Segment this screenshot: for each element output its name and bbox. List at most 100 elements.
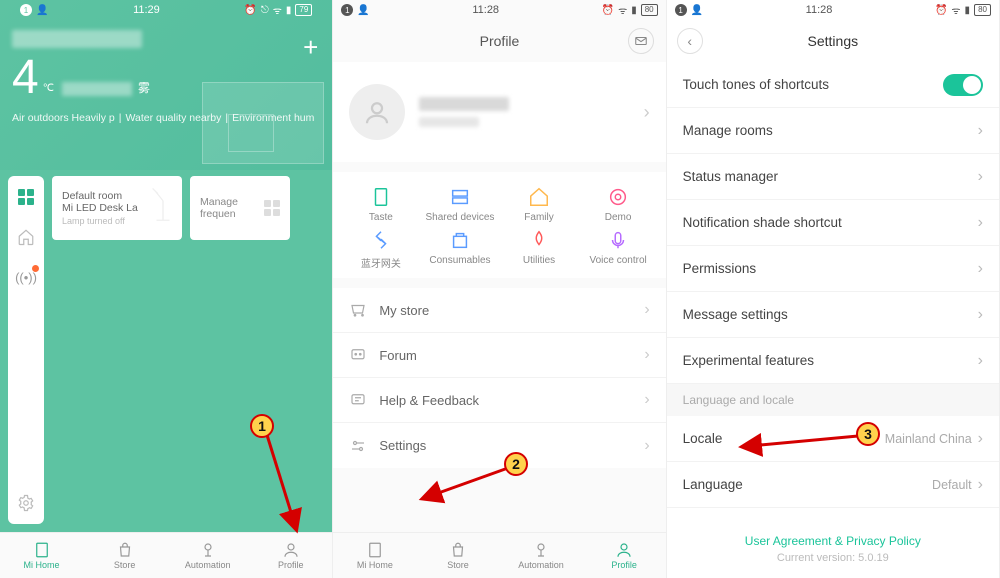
env-info[interactable]: Environment hum bbox=[232, 112, 314, 124]
grid-item-consumables[interactable]: Consumables bbox=[420, 229, 499, 270]
device-card-default-room[interactable]: Default room Mi LED Desk La Lamp turned … bbox=[52, 176, 182, 240]
user-agreement-link[interactable]: User Agreement & Privacy Policy bbox=[667, 534, 999, 548]
settings-row-locale[interactable]: Locale Mainland China› bbox=[667, 416, 999, 462]
signal-icon: ▮ bbox=[965, 5, 971, 16]
row-label: Touch tones of shortcuts bbox=[683, 77, 829, 92]
version-label: Current version: 5.0.19 bbox=[667, 552, 999, 564]
tab-profile[interactable]: Profile bbox=[583, 533, 666, 578]
chevron-right-icon: › bbox=[644, 391, 649, 409]
grid-icon bbox=[449, 229, 471, 251]
alarm-icon: ⏰ bbox=[602, 5, 614, 16]
env-info-row: Air outdoors Heavily p| Water quality ne… bbox=[12, 112, 320, 124]
settings-footer: User Agreement & Privacy Policy Current … bbox=[667, 524, 999, 578]
person-icon: 👤 bbox=[357, 5, 369, 16]
wifi-icon: ᯤ bbox=[618, 3, 627, 17]
menu-label: Help & Feedback bbox=[379, 393, 479, 408]
settings-row-language[interactable]: Language Default› bbox=[667, 462, 999, 508]
rail-settings-button[interactable] bbox=[17, 494, 35, 512]
grid-item-family[interactable]: Family bbox=[499, 186, 578, 223]
alarm-icon: ⏰ bbox=[935, 5, 947, 16]
status-bar: 1 👤 11:29 ⏰ ⎋ ᯤ ▮ 79 bbox=[12, 0, 320, 20]
rail-grid-button[interactable] bbox=[17, 188, 35, 206]
chevron-right-icon: › bbox=[978, 214, 983, 232]
menu-row-settings[interactable]: Settings› bbox=[333, 423, 665, 468]
grid-item-utilities[interactable]: Utilities bbox=[499, 229, 578, 270]
tab-mihome[interactable]: Mi Home bbox=[0, 533, 83, 578]
menu-row-forum[interactable]: Forum› bbox=[333, 333, 665, 378]
tab-label: Profile bbox=[278, 560, 304, 570]
help-icon bbox=[349, 391, 367, 409]
grid-item-蓝牙网关[interactable]: 蓝牙网关 bbox=[341, 229, 420, 270]
chevron-right-icon: › bbox=[644, 346, 649, 364]
mail-button[interactable] bbox=[628, 28, 654, 54]
temperature-unit: ℃ bbox=[43, 83, 54, 94]
status-time: 11:28 bbox=[472, 4, 499, 16]
settings-row-experimental-features[interactable]: Experimental features› bbox=[667, 338, 999, 384]
grid-icon bbox=[264, 200, 280, 216]
settings-row-touch-tones-of-shortcuts[interactable]: Touch tones of shortcuts bbox=[667, 62, 999, 108]
page-title: Settings bbox=[808, 33, 859, 49]
row-value: Default bbox=[932, 478, 972, 492]
status-bar: 1 👤 11:28 ⏰ ᯤ ▮ 80 bbox=[333, 0, 665, 20]
grid-item-voice-control[interactable]: Voice control bbox=[579, 229, 658, 270]
tab-profile[interactable]: Profile bbox=[249, 533, 332, 578]
home-body: ((•)) Default room Mi LED Desk La Lamp t… bbox=[0, 170, 332, 532]
screen-settings: 1 👤 11:28 ⏰ ᯤ ▮ 80 ‹ Settings Touch tone… bbox=[667, 0, 1000, 578]
chevron-right-icon: › bbox=[978, 168, 983, 186]
weather-blur bbox=[62, 82, 132, 96]
battery-level: 80 bbox=[641, 4, 658, 16]
automation-icon bbox=[532, 541, 550, 559]
screen-profile: 1 👤 11:28 ⏰ ᯤ ▮ 80 Profile › TasteShared… bbox=[333, 0, 666, 578]
grid-icon bbox=[449, 186, 471, 208]
settings-row-permissions[interactable]: Permissions› bbox=[667, 246, 999, 292]
manage-rooms-card[interactable]: Manage frequen bbox=[190, 176, 290, 240]
row-label: Manage rooms bbox=[683, 123, 773, 138]
row-label: Message settings bbox=[683, 307, 788, 322]
settings-row-manage-rooms[interactable]: Manage rooms› bbox=[667, 108, 999, 154]
grid-item-demo[interactable]: Demo bbox=[579, 186, 658, 223]
settings-row-notification-shade-shortcut[interactable]: Notification shade shortcut › bbox=[667, 200, 999, 246]
rail-signal-button[interactable]: ((•)) bbox=[17, 268, 35, 286]
tab-label: Automation bbox=[185, 560, 231, 570]
tab-mihome[interactable]: Mi Home bbox=[333, 533, 416, 578]
wifi-icon: ᯤ bbox=[273, 3, 282, 17]
user-row[interactable]: › bbox=[333, 62, 665, 162]
water-info[interactable]: Water quality nearby bbox=[125, 112, 221, 124]
chevron-right-icon: › bbox=[644, 437, 649, 455]
chevron-right-icon: › bbox=[978, 306, 983, 324]
row-label: Locale bbox=[683, 431, 723, 446]
battery-level: 79 bbox=[295, 4, 312, 16]
menu-row-my-store[interactable]: My store› bbox=[333, 288, 665, 333]
tab-label: Store bbox=[447, 560, 469, 570]
tab-label: Automation bbox=[518, 560, 564, 570]
username-blur bbox=[419, 97, 509, 111]
menu-label: My store bbox=[379, 303, 429, 318]
air-info[interactable]: Air outdoors Heavily p bbox=[12, 112, 115, 124]
notif-count-icon: 1 bbox=[675, 4, 687, 16]
tab-store[interactable]: Store bbox=[83, 533, 166, 578]
location-blur bbox=[12, 30, 142, 48]
tab-store[interactable]: Store bbox=[416, 533, 499, 578]
tab-automation[interactable]: Automation bbox=[166, 533, 249, 578]
settings-row-status-manager[interactable]: Status manager› bbox=[667, 154, 999, 200]
back-button[interactable]: ‹ bbox=[677, 28, 703, 54]
bluetooth-icon: ⎋ bbox=[261, 5, 269, 16]
notif-count-icon: 1 bbox=[341, 4, 353, 16]
add-device-button[interactable]: + bbox=[303, 32, 318, 63]
grid-item-shared-devices[interactable]: Shared devices bbox=[420, 186, 499, 223]
rail-home-button[interactable] bbox=[17, 228, 35, 246]
grid-label: Consumables bbox=[429, 255, 490, 266]
profile-icon bbox=[282, 541, 300, 559]
grid-item-taste[interactable]: Taste bbox=[341, 186, 420, 223]
status-bar: 1 👤 11:28 ⏰ ᯤ ▮ 80 bbox=[667, 0, 999, 20]
grid-icon bbox=[607, 186, 629, 208]
settings-row-message-settings[interactable]: Message settings › bbox=[667, 292, 999, 338]
notif-count-icon: 1 bbox=[20, 4, 32, 16]
tab-label: Mi Home bbox=[357, 560, 393, 570]
grid-icon bbox=[607, 229, 629, 251]
menu-row-help-feedback[interactable]: Help & Feedback › bbox=[333, 378, 665, 423]
toggle-switch[interactable] bbox=[943, 74, 983, 96]
settings-icon bbox=[349, 437, 367, 455]
tab-automation[interactable]: Automation bbox=[499, 533, 582, 578]
row-label: Notification shade shortcut bbox=[683, 215, 842, 230]
